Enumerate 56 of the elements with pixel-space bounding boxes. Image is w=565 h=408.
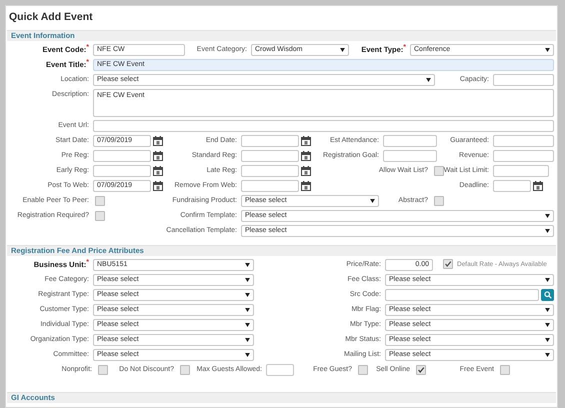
checkbox[interactable] bbox=[98, 365, 108, 375]
date-field[interactable] bbox=[93, 150, 151, 162]
checkbox[interactable] bbox=[416, 365, 426, 375]
input-field[interactable] bbox=[385, 289, 539, 301]
caret-icon bbox=[545, 338, 550, 342]
caret-icon bbox=[545, 278, 550, 282]
caret-icon bbox=[545, 308, 550, 312]
date-field[interactable] bbox=[241, 165, 299, 177]
input-field[interactable] bbox=[93, 120, 554, 132]
checkbox[interactable] bbox=[500, 365, 510, 375]
date-field[interactable] bbox=[241, 150, 299, 162]
caret-icon bbox=[245, 293, 250, 297]
caret-icon bbox=[370, 199, 375, 203]
caret-icon bbox=[245, 308, 250, 312]
calendar-icon[interactable] bbox=[153, 136, 163, 146]
caret-icon bbox=[545, 323, 550, 327]
input-field[interactable] bbox=[493, 150, 554, 162]
caret-icon bbox=[245, 263, 250, 267]
date-field[interactable] bbox=[241, 135, 299, 147]
calendar-icon[interactable] bbox=[153, 151, 163, 161]
date-field[interactable] bbox=[93, 165, 151, 177]
calendar-icon[interactable] bbox=[301, 136, 311, 146]
input-field[interactable] bbox=[493, 135, 554, 147]
calendar-icon[interactable] bbox=[533, 181, 543, 191]
caret-icon bbox=[545, 214, 550, 218]
caret-icon bbox=[245, 278, 250, 282]
input-field[interactable] bbox=[493, 165, 549, 177]
checkbox[interactable] bbox=[180, 365, 190, 375]
page-title: Quick Add Event bbox=[8, 10, 94, 25]
caret-icon bbox=[545, 229, 550, 233]
caret-icon bbox=[340, 48, 345, 52]
search-icon bbox=[544, 291, 552, 299]
checkbox[interactable] bbox=[443, 259, 453, 269]
calendar-icon[interactable] bbox=[301, 151, 311, 161]
checkbox[interactable] bbox=[95, 211, 105, 221]
calendar-icon[interactable] bbox=[301, 181, 311, 191]
calendar-icon[interactable] bbox=[153, 181, 163, 191]
caret-icon bbox=[545, 48, 550, 52]
input-field[interactable] bbox=[383, 150, 437, 162]
checkbox[interactable] bbox=[434, 166, 444, 176]
calendar-icon[interactable] bbox=[301, 166, 311, 176]
checkbox[interactable] bbox=[95, 196, 105, 206]
caret-icon bbox=[245, 353, 250, 357]
caret-icon bbox=[545, 353, 550, 357]
input-field[interactable] bbox=[493, 74, 554, 86]
caret-icon bbox=[245, 323, 250, 327]
caret-icon bbox=[426, 78, 431, 82]
checkbox[interactable] bbox=[434, 196, 444, 206]
input-field[interactable] bbox=[266, 364, 294, 376]
checkbox[interactable] bbox=[358, 365, 368, 375]
calendar-icon[interactable] bbox=[153, 166, 163, 176]
search-button[interactable] bbox=[541, 289, 554, 301]
date-field[interactable] bbox=[241, 180, 299, 192]
caret-icon bbox=[245, 338, 250, 342]
input-field[interactable] bbox=[383, 135, 437, 147]
date-field[interactable] bbox=[493, 180, 531, 192]
